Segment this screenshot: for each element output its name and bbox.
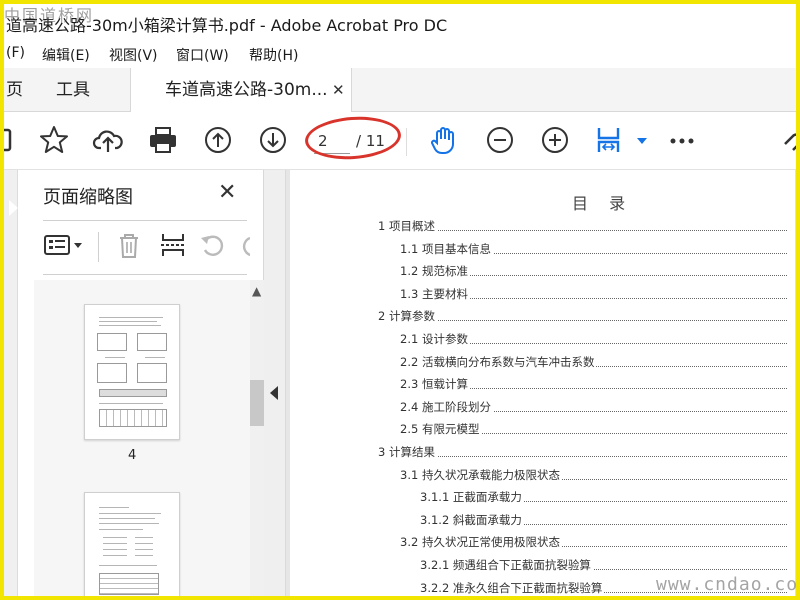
document-view[interactable]: 目 录 1 项目概述 1.1 项目基本信息 1.2 规范标准 1.3 主要材料 2 计算… [286, 170, 796, 596]
previous-page-icon[interactable] [202, 124, 234, 156]
rotate-clockwise-icon[interactable] [238, 230, 250, 260]
toc-entry[interactable]: 1.1 项目基本信息 [400, 241, 787, 261]
panel-divider-2 [43, 274, 247, 275]
toc-entry-label: 1.3 主要材料 [400, 286, 470, 301]
toc-dot-leader [378, 456, 787, 457]
navigation-gutter [4, 170, 18, 596]
toc-entry[interactable]: 1 项目概述 [378, 218, 787, 238]
thumbnails-list[interactable]: 4 ▲ [34, 280, 264, 596]
link-icon[interactable] [779, 124, 796, 156]
toc-entry-label: 1.1 项目基本信息 [400, 241, 493, 256]
toc-entry-label: 2 计算参数 [378, 309, 437, 324]
toolbar-separator [406, 128, 407, 156]
tab-tools[interactable]: 工具 [56, 68, 90, 112]
toc-entry-label: 2.1 设计参数 [400, 332, 470, 346]
toc-dot-leader [378, 230, 787, 231]
toc-entry[interactable]: 2.4 施工阶段划分 [400, 399, 787, 419]
toc-dot-leader [378, 320, 787, 322]
toc-entry-label: 3.1.1 正截面承载力 [420, 490, 524, 505]
menu-help[interactable]: 帮助(H) [249, 45, 298, 65]
panel-pointer-icon [9, 200, 18, 216]
toc-entry[interactable]: 2 计算参数 [378, 308, 787, 328]
cloud-upload-icon[interactable] [92, 124, 124, 156]
toc-entry-label: 1 项目概述 [378, 219, 437, 233]
menu-view[interactable]: 视图(V) [109, 45, 158, 65]
star-icon[interactable] [38, 124, 70, 156]
close-tab-icon[interactable]: ✕ [332, 68, 345, 112]
delete-page-icon[interactable] [114, 230, 144, 260]
tab-document-label: 车道高速公路-30m... [165, 80, 328, 100]
tab-document[interactable]: 车道高速公路-30m... [130, 68, 352, 113]
panel-splitter[interactable] [264, 170, 286, 596]
document-scrollbar[interactable] [795, 170, 796, 596]
toc-entry-label: 3.2.1 频遇组合下正截面抗裂验算 [420, 558, 593, 572]
toc-entry-label: 2.2 活载横向分布系数与汽车冲击系数 [400, 354, 597, 369]
menu-edit[interactable]: 编辑(E) [42, 45, 90, 65]
toc-entry[interactable]: 1.3 主要材料 [400, 286, 787, 306]
toc-entry-label: 3.2.2 准永久组合下正截面抗裂验算 [420, 580, 605, 595]
toc-entry[interactable]: 2.3 恒载计算 [400, 376, 787, 396]
hand-tool-icon[interactable] [428, 124, 460, 156]
menu-bar: (F) 编辑(E) 视图(V) 窗口(W) 帮助(H) [4, 40, 796, 68]
toc-entry[interactable]: 2.1 设计参数 [400, 331, 787, 351]
document-page: 目 录 1 项目概述 1.1 项目基本信息 1.2 规范标准 1.3 主要材料 2 计算… [290, 170, 795, 596]
toolbar-divider [98, 232, 99, 262]
tab-bar: 页 工具 车道高速公路-30m... ✕ [4, 68, 796, 113]
toc-entry[interactable]: 3.1.2 斜截面承载力 [420, 512, 787, 532]
toc-entry[interactable]: 2.5 有限元模型 [400, 421, 787, 441]
toc-heading: 目 录 [572, 194, 634, 213]
fit-page-icon[interactable] [594, 124, 626, 156]
close-panel-icon[interactable]: ✕ [218, 180, 236, 205]
toc-entry[interactable]: 3 计算结果 [378, 444, 787, 464]
tab-home[interactable]: 页 [6, 68, 23, 112]
toc-entry-label: 2.4 施工阶段划分 [400, 399, 493, 414]
insert-page-icon[interactable] [158, 230, 188, 260]
toc-entry[interactable]: 3.2 持久状况正常使用极限状态 [400, 534, 787, 554]
thumbnail-page-label: 4 [128, 448, 137, 463]
fit-dropdown-icon[interactable] [626, 124, 647, 156]
thumbnail-options-icon[interactable] [43, 230, 87, 260]
panel-divider [43, 220, 247, 221]
toc-entry-label: 2.3 恒载计算 [400, 377, 470, 392]
menu-window[interactable]: 窗口(W) [176, 45, 229, 65]
thumbnails-panel: 页面缩略图 ✕ 4 ▲ [18, 170, 264, 596]
watermark-bottom: www.cndao.com [656, 574, 800, 595]
scroll-up-icon[interactable]: ▲ [252, 284, 261, 298]
toc-entry[interactable]: 3.1.1 正截面承载力 [420, 489, 787, 509]
toc-entry[interactable]: 2.2 活载横向分布系数与汽车冲击系数 [400, 354, 787, 374]
page-thumbnail-next[interactable] [84, 492, 180, 596]
thumbnails-scrollbar[interactable]: ▲ [250, 280, 264, 596]
toc-entry-label: 1.2 规范标准 [400, 264, 470, 279]
more-tools-icon[interactable] [666, 124, 698, 156]
save-icon[interactable] [4, 124, 18, 156]
toc-entry-label: 2.5 有限元模型 [400, 422, 482, 437]
page-thumbnail[interactable] [84, 304, 180, 440]
zoom-in-icon[interactable] [539, 124, 571, 156]
toc-entry-label: 3.1 持久状况承载能力极限状态 [400, 467, 562, 482]
toc-entry-label: 3.1.2 斜截面承载力 [420, 512, 524, 527]
thumbnails-panel-title: 页面缩略图 [43, 187, 133, 208]
toc-entry-label: 3.2 持久状况正常使用极限状态 [400, 535, 562, 550]
acrobat-window: 道高速公路-30m小箱梁计算书.pdf - Adobe Acrobat Pro … [0, 0, 800, 600]
toc-entry[interactable]: 3.1 持久状况承载能力极限状态 [400, 467, 787, 487]
zoom-out-icon[interactable] [484, 124, 516, 156]
toc-entry[interactable]: 1.2 规范标准 [400, 263, 787, 283]
toolbar: 2 / 11 [4, 112, 796, 170]
watermark-top: 中国道桥网 [4, 6, 95, 25]
print-icon[interactable] [147, 124, 179, 156]
title-bar: 道高速公路-30m小箱梁计算书.pdf - Adobe Acrobat Pro … [4, 4, 796, 40]
menu-file[interactable]: (F) [6, 45, 25, 61]
rotate-counterclockwise-icon[interactable] [198, 230, 228, 260]
next-page-icon[interactable] [257, 124, 289, 156]
toc-entry-label: 3 计算结果 [378, 445, 437, 459]
scrollbar-thumb[interactable] [250, 380, 264, 426]
collapse-panel-icon[interactable] [270, 386, 278, 400]
